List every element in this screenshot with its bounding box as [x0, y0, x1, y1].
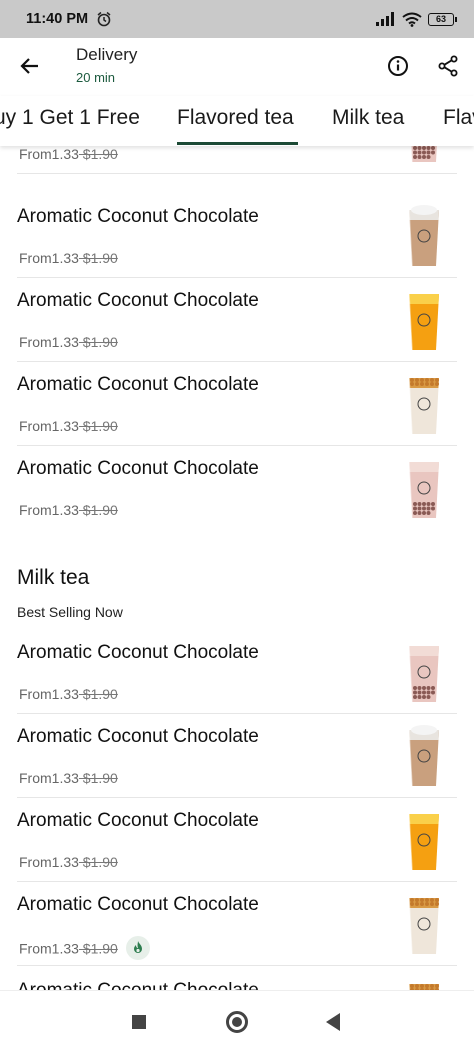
menu-item[interactable]: Aromatic Coconut Chocolate From1.33 $1.9…: [17, 194, 457, 278]
original-price: $1.90: [78, 940, 118, 957]
drink-image: [408, 983, 439, 990]
header-title: Delivery: [76, 45, 138, 64]
menu-item[interactable]: Aromatic Coconut Chocolate From1.33 $1.9…: [17, 882, 457, 966]
item-price: From1.33 $1.90: [19, 936, 150, 962]
drink-image: [408, 205, 439, 267]
drink-image: [408, 293, 439, 351]
status-bar: 11:40 PM 63: [0, 0, 474, 38]
item-name: Aromatic Coconut Chocolate: [17, 290, 259, 311]
delivery-info: Delivery 20 min: [76, 45, 137, 85]
original-price: $1.90: [78, 418, 118, 434]
drink-image: [410, 146, 437, 163]
drink-image: [408, 897, 439, 955]
item-price: From1.33 $1.90: [19, 854, 118, 870]
section-subtitle: Best Selling Now: [17, 604, 123, 620]
original-price: $1.90: [78, 250, 118, 266]
item-name: Aromatic Coconut Chocolate: [17, 810, 259, 831]
share-icon[interactable]: [436, 54, 460, 78]
tab-flavored-partial[interactable]: Flav: [443, 106, 474, 130]
menu-item[interactable]: Aromatic Coconut Chocolate From1.33 $1.9…: [17, 362, 457, 446]
drink-image: [408, 377, 439, 435]
item-name: Aromatic Coconut Chocolate: [17, 206, 259, 227]
drink-image: [408, 725, 439, 787]
drink-image: [408, 813, 439, 871]
item-name: Aromatic Coconut Chocolate: [17, 642, 259, 663]
item-price: From1.33 $1.90: [19, 334, 118, 350]
menu-item[interactable]: Aromatic Coconut Chocolate From1.33 $1.9…: [17, 630, 457, 714]
menu-item[interactable]: Aromatic Coconut Chocolate From1.33 $1.9…: [17, 446, 457, 530]
tab-buy-1-get-1-free[interactable]: uy 1 Get 1 Free: [0, 106, 140, 130]
item-price: From1.33 $1.90: [19, 146, 118, 162]
app-header: Delivery 20 min: [0, 38, 474, 96]
alarm-icon: [97, 11, 111, 27]
system-back-icon[interactable]: [326, 1013, 340, 1031]
menu-item[interactable]: From1.33 $1.90: [17, 146, 457, 174]
recent-apps-icon[interactable]: [132, 1015, 146, 1029]
original-price: $1.90: [78, 502, 118, 518]
menu-item[interactable]: Aromatic Coconut Chocolate From1.33 $1.9…: [17, 278, 457, 362]
header-subtitle: 20 min: [76, 70, 116, 85]
original-price: $1.90: [78, 334, 118, 350]
item-price: From1.33 $1.90: [19, 502, 118, 518]
battery-icon: 63: [428, 12, 457, 26]
wifi-icon: [402, 12, 422, 27]
item-name: Aromatic Coconut Chocolate: [17, 374, 259, 395]
active-tab-indicator: [177, 142, 298, 145]
signal-icon: [376, 12, 394, 26]
item-price: From1.33 $1.90: [19, 418, 118, 434]
tab-flavored-tea[interactable]: Flavored tea: [177, 106, 294, 130]
original-price: $1.90: [78, 854, 118, 870]
original-price: $1.90: [78, 770, 118, 786]
original-price: $1.90: [78, 146, 118, 162]
system-nav-bar: [0, 990, 474, 1053]
menu-item[interactable]: Aromatic Coconut Chocolate: [17, 968, 457, 990]
item-price: From1.33 $1.90: [19, 686, 118, 702]
category-tabs: uy 1 Get 1 Free Flavored tea Milk tea Fl…: [0, 96, 474, 146]
home-icon[interactable]: [226, 1011, 248, 1033]
original-price: $1.90: [78, 686, 118, 702]
fire-icon: [125, 936, 150, 960]
back-arrow-icon[interactable]: [18, 54, 42, 78]
item-price: From1.33 $1.90: [19, 770, 118, 786]
menu-list[interactable]: From1.33 $1.90 Aromatic Coconut Chocolat…: [0, 146, 474, 990]
item-name: Aromatic Coconut Chocolate: [17, 980, 259, 990]
drink-image: [408, 461, 439, 519]
item-name: Aromatic Coconut Chocolate: [17, 458, 259, 479]
info-icon[interactable]: [386, 54, 410, 78]
item-price: From1.33 $1.90: [19, 250, 118, 266]
menu-item[interactable]: Aromatic Coconut Chocolate From1.33 $1.9…: [17, 798, 457, 882]
drink-image: [408, 645, 439, 703]
item-name: Aromatic Coconut Chocolate: [17, 894, 259, 915]
section-title: Milk tea: [17, 566, 90, 589]
item-name: Aromatic Coconut Chocolate: [17, 726, 259, 747]
menu-item[interactable]: Aromatic Coconut Chocolate From1.33 $1.9…: [17, 714, 457, 798]
tab-milk-tea[interactable]: Milk tea: [332, 106, 404, 130]
status-time: 11:40 PM: [26, 11, 89, 27]
